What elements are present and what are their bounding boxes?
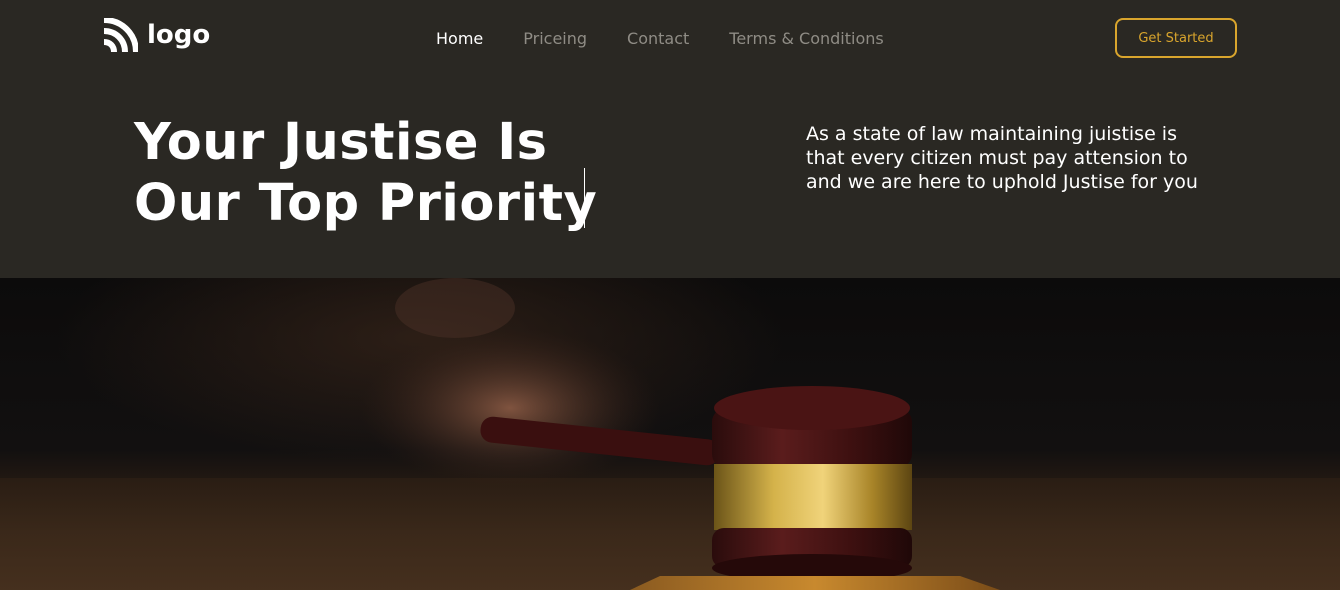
gavel-illustration	[0, 278, 1340, 590]
text-cursor	[584, 168, 585, 228]
nav-pricing[interactable]: Priceing	[523, 29, 587, 49]
navbar: logo Home Priceing Contact Terms & Condi…	[0, 0, 1340, 80]
hero-description: As a state of law maintaining juistise i…	[806, 123, 1198, 193]
hero-title-line2: Our Top Priority	[134, 174, 598, 233]
logo[interactable]: logo	[102, 17, 210, 55]
nav-terms[interactable]: Terms & Conditions	[729, 29, 883, 49]
nav-home[interactable]: Home	[436, 29, 483, 49]
nav-links: Home Priceing Contact Terms & Conditions	[436, 29, 884, 49]
gavel-photo	[0, 278, 1340, 590]
logo-text: logo	[147, 19, 211, 50]
nav-contact[interactable]: Contact	[627, 29, 689, 49]
get-started-button[interactable]: Get Started	[1115, 18, 1237, 58]
hero-title: Your Justise Is Our Top Priority	[134, 112, 604, 234]
hero-title-line1: Your Justise Is	[134, 113, 548, 172]
signal-icon	[103, 18, 138, 53]
